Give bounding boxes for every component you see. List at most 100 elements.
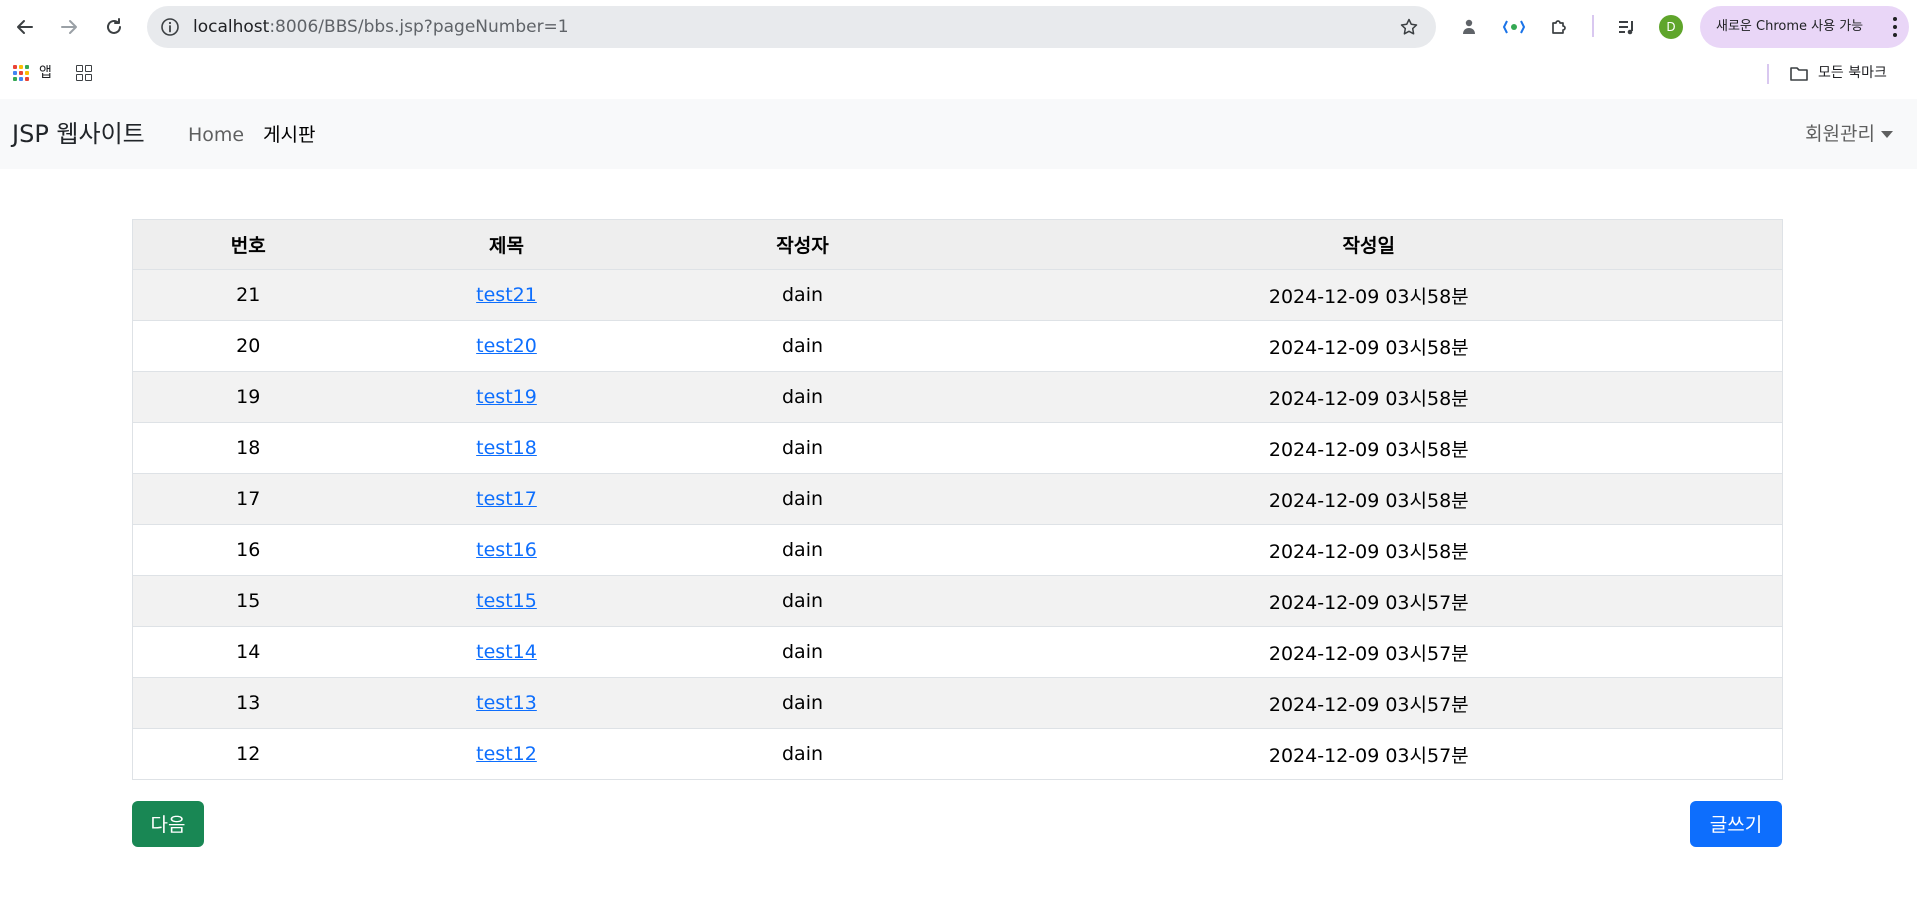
post-date: 2024-12-09 03시58분 bbox=[955, 422, 1783, 474]
column-header-date: 작성일 bbox=[955, 219, 1783, 270]
post-number: 18 bbox=[132, 422, 364, 474]
extension-devtools-icon[interactable] bbox=[1500, 13, 1528, 41]
table-row: 21 test21 dain 2024-12-09 03시58분 bbox=[132, 269, 1783, 321]
post-date: 2024-12-09 03시58분 bbox=[955, 524, 1783, 576]
post-date: 2024-12-09 03시58분 bbox=[955, 269, 1783, 321]
extension-person-icon[interactable] bbox=[1455, 13, 1483, 41]
caret-down-icon bbox=[1881, 131, 1893, 138]
post-number: 15 bbox=[132, 575, 364, 627]
post-author: dain bbox=[649, 422, 956, 474]
update-label: 새로운 Chrome 사용 가능 bbox=[1716, 19, 1864, 34]
table-row: 13 test13 dain 2024-12-09 03시57분 bbox=[132, 677, 1783, 729]
post-title-link[interactable]: test14 bbox=[476, 641, 537, 663]
chrome-update-button[interactable]: 새로운 Chrome 사용 가능 bbox=[1700, 6, 1909, 48]
post-number: 16 bbox=[132, 524, 364, 576]
post-title-link[interactable]: test12 bbox=[476, 743, 537, 765]
post-title-link[interactable]: test17 bbox=[476, 488, 537, 510]
browser-toolbar: localhost:8006/BBS/bbs.jsp?pageNumber=1 … bbox=[0, 0, 1917, 54]
url-host: localhost bbox=[193, 17, 270, 37]
back-arrow-icon bbox=[17, 20, 33, 34]
table-row: 19 test19 dain 2024-12-09 03시58분 bbox=[132, 371, 1783, 423]
post-title-link[interactable]: test19 bbox=[476, 386, 537, 408]
post-title-cell: test17 bbox=[363, 473, 650, 525]
post-author: dain bbox=[649, 626, 956, 678]
next-page-button[interactable]: 다음 bbox=[132, 801, 204, 847]
board-table: 번호 제목 작성자 작성일 21 test21 dain 2024-12-09 03시… bbox=[132, 219, 1783, 780]
post-author: dain bbox=[649, 269, 956, 321]
post-title-cell: test20 bbox=[363, 320, 650, 372]
site-navbar: JSP 웹사이트 Home 게시판 회원관리 bbox=[0, 99, 1917, 169]
table-row: 12 test12 dain 2024-12-09 03시57분 bbox=[132, 728, 1783, 780]
apps-bookmark[interactable]: 앱 bbox=[39, 64, 52, 82]
site-brand[interactable]: JSP 웹사이트 bbox=[12, 118, 145, 150]
media-queue-icon[interactable] bbox=[1612, 13, 1640, 41]
post-title-cell: test12 bbox=[363, 728, 650, 780]
post-title-link[interactable]: test20 bbox=[476, 335, 537, 357]
forward-button[interactable] bbox=[55, 13, 83, 41]
site-info-icon[interactable] bbox=[159, 16, 181, 38]
url-text[interactable]: localhost:8006/BBS/bbs.jsp?pageNumber=1 bbox=[193, 17, 569, 37]
post-title-cell: test21 bbox=[363, 269, 650, 321]
reload-icon bbox=[107, 18, 121, 34]
profile-avatar[interactable]: D bbox=[1659, 15, 1683, 39]
post-author: dain bbox=[649, 473, 956, 525]
post-title-link[interactable]: test18 bbox=[476, 437, 537, 459]
apps-grid-icon[interactable] bbox=[13, 65, 29, 81]
member-dropdown-label: 회원관리 bbox=[1805, 123, 1875, 145]
more-menu-icon[interactable] bbox=[1891, 17, 1899, 37]
back-button[interactable] bbox=[11, 13, 39, 41]
reload-button[interactable] bbox=[100, 13, 128, 41]
url-path: :8006/BBS/bbs.jsp?pageNumber=1 bbox=[269, 17, 569, 37]
post-title-link[interactable]: test13 bbox=[476, 692, 537, 714]
write-post-button[interactable]: 글쓰기 bbox=[1690, 801, 1782, 847]
extensions-puzzle-icon[interactable] bbox=[1545, 13, 1573, 41]
post-number: 19 bbox=[132, 371, 364, 423]
post-date: 2024-12-09 03시57분 bbox=[955, 626, 1783, 678]
post-title-cell: test16 bbox=[363, 524, 650, 576]
post-title-cell: test14 bbox=[363, 626, 650, 678]
table-row: 14 test14 dain 2024-12-09 03시57분 bbox=[132, 626, 1783, 678]
post-author: dain bbox=[649, 320, 956, 372]
column-header-title: 제목 bbox=[363, 219, 650, 270]
post-date: 2024-12-09 03시57분 bbox=[955, 728, 1783, 780]
bookmarks-separator bbox=[1767, 64, 1769, 84]
post-author: dain bbox=[649, 524, 956, 576]
post-date: 2024-12-09 03시57분 bbox=[955, 677, 1783, 729]
post-author: dain bbox=[649, 575, 956, 627]
table-row: 15 test15 dain 2024-12-09 03시57분 bbox=[132, 575, 1783, 627]
post-title-cell: test19 bbox=[363, 371, 650, 423]
post-number: 21 bbox=[132, 269, 364, 321]
post-title-cell: test13 bbox=[363, 677, 650, 729]
post-title-cell: test15 bbox=[363, 575, 650, 627]
toolbar-separator bbox=[1592, 15, 1594, 37]
table-row: 20 test20 dain 2024-12-09 03시58분 bbox=[132, 320, 1783, 372]
table-row: 16 test16 dain 2024-12-09 03시58분 bbox=[132, 524, 1783, 576]
table-header-row: 번호 제목 작성자 작성일 bbox=[132, 219, 1783, 270]
forward-arrow-icon bbox=[61, 20, 77, 34]
post-title-link[interactable]: test16 bbox=[476, 539, 537, 561]
post-date: 2024-12-09 03시58분 bbox=[955, 473, 1783, 525]
folder-icon[interactable] bbox=[1789, 65, 1809, 83]
post-date: 2024-12-09 03시58분 bbox=[955, 320, 1783, 372]
post-number: 14 bbox=[132, 626, 364, 678]
post-number: 12 bbox=[132, 728, 364, 780]
post-author: dain bbox=[649, 728, 956, 780]
bookmarks-bar: 앱 모든 북마크 bbox=[0, 54, 1917, 94]
post-title-link[interactable]: test21 bbox=[476, 284, 537, 306]
all-bookmarks-link[interactable]: 모든 북마크 bbox=[1818, 64, 1887, 82]
post-number: 20 bbox=[132, 320, 364, 372]
nav-home-link[interactable]: Home bbox=[188, 122, 244, 148]
post-author: dain bbox=[649, 371, 956, 423]
column-header-author: 작성자 bbox=[649, 219, 956, 270]
tab-groups-icon[interactable] bbox=[76, 65, 92, 81]
post-author: dain bbox=[649, 677, 956, 729]
nav-board-link[interactable]: 게시판 bbox=[263, 122, 315, 148]
post-number: 17 bbox=[132, 473, 364, 525]
bookmark-star-icon[interactable] bbox=[1398, 16, 1420, 38]
member-dropdown[interactable]: 회원관리 bbox=[1805, 121, 1893, 147]
table-row: 17 test17 dain 2024-12-09 03시58분 bbox=[132, 473, 1783, 525]
post-date: 2024-12-09 03시57분 bbox=[955, 575, 1783, 627]
post-title-cell: test18 bbox=[363, 422, 650, 474]
address-bar[interactable]: localhost:8006/BBS/bbs.jsp?pageNumber=1 bbox=[147, 6, 1436, 48]
post-title-link[interactable]: test15 bbox=[476, 590, 537, 612]
